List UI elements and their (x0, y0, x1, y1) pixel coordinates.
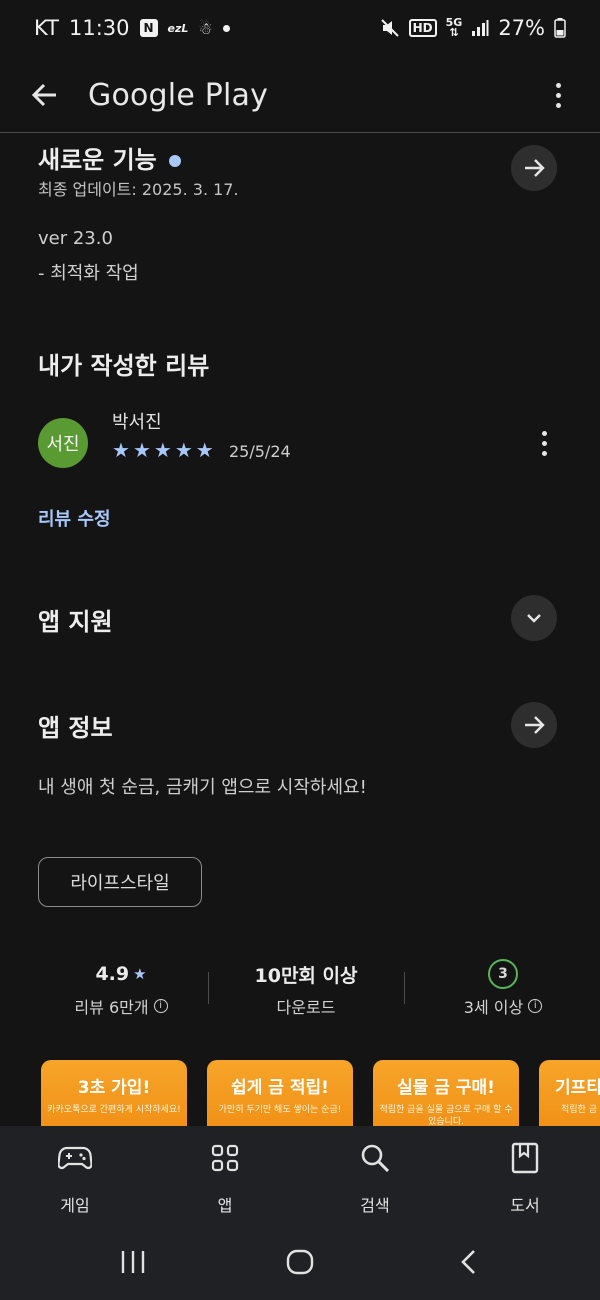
chevron-down-icon (527, 614, 541, 623)
whats-new-arrow-button[interactable] (511, 145, 557, 191)
nav-item-games[interactable]: 게임 (20, 1140, 130, 1216)
battery-icon (554, 18, 566, 38)
signal-icon (472, 20, 489, 36)
star-rating: ★ ★ ★ ★ ★ (112, 440, 214, 460)
star-icon: ★ (195, 438, 214, 462)
edit-review-link[interactable]: 리뷰 수정 (38, 505, 111, 531)
arrow-left-icon (31, 83, 56, 107)
home-button[interactable] (286, 1248, 314, 1280)
age-rating-stat: 3 3세 이상 i (418, 958, 588, 1018)
rating-value: 4.9 (95, 963, 130, 985)
chevron-left-icon (461, 1250, 475, 1274)
star-icon: ★ (132, 438, 151, 462)
system-back-button[interactable] (456, 1248, 482, 1280)
app-bar-divider (0, 132, 600, 133)
stat-separator (208, 972, 209, 1004)
back-button[interactable] (26, 76, 64, 114)
naver-icon: N (139, 19, 158, 37)
hd-icon: HD (408, 19, 437, 37)
info-icon[interactable]: i (153, 999, 168, 1013)
review-author: 박서진 (112, 412, 162, 433)
my-review-title: 내가 작성한 리뷰 (38, 352, 210, 380)
app-info-title: 앱 정보 (38, 714, 113, 742)
recent-apps-button[interactable] (119, 1248, 147, 1280)
star-icon: ★ (174, 438, 193, 462)
category-chip[interactable]: 라이프스타일 (38, 857, 202, 907)
bottom-navigation: 게임 앱 검색 도서 (0, 1126, 600, 1226)
carrier-label: KT (34, 16, 59, 40)
screenshot-carousel[interactable]: 3초 가입! 카카오톡으로 간편하게 시작하세요! 쉽게 금 적립! 가만히 두… (41, 1060, 600, 1126)
app-description: 내 생애 첫 순금, 금캐기 앱으로 시작하세요! (38, 777, 367, 798)
app-support-expand-button[interactable] (511, 595, 557, 641)
star-icon: ★ (133, 965, 147, 983)
clock: 11:30 (68, 16, 130, 40)
more-options-button[interactable] (546, 76, 570, 114)
nav-item-search[interactable]: 검색 (320, 1140, 430, 1216)
review-date: 25/5/24 (229, 442, 291, 461)
more-vertical-icon (555, 82, 561, 88)
book-icon (511, 1142, 539, 1174)
app-info-arrow-button[interactable] (511, 702, 557, 748)
5g-icon: 5G ⇅ (445, 16, 463, 39)
downloads-value: 10만회 이상 (254, 964, 358, 987)
snowman-icon: ☃ (198, 18, 213, 38)
apps-grid-icon (211, 1144, 239, 1172)
arrow-right-icon (525, 159, 545, 177)
search-icon (361, 1144, 390, 1173)
mute-icon (380, 19, 399, 37)
screenshot-card[interactable]: 3초 가입! 카카오톡으로 간편하게 시작하세요! (41, 1060, 187, 1126)
review-count: 리뷰 6만개 (74, 998, 149, 1017)
stat-separator (404, 972, 405, 1004)
app-support-title: 앱 지원 (38, 608, 113, 636)
battery-label: 27% (498, 16, 545, 40)
age-rating-badge: 3 (488, 959, 518, 989)
arrow-right-icon (525, 716, 545, 734)
recent-apps-icon (121, 1251, 145, 1273)
status-bar: KT 11:30 N ezL ☃ HD 5G ⇅ 27% (0, 0, 600, 56)
rating-stat: 4.9 ★ 리뷰 6만개 i (36, 958, 206, 1018)
downloads-label: 다운로드 (276, 998, 336, 1017)
screenshot-card[interactable]: 쉽게 금 적립! 가만히 두기만 해도 쌓이는 순금! (207, 1060, 353, 1126)
system-navigation-bar (0, 1226, 600, 1300)
more-vertical-icon (541, 430, 547, 436)
screenshot-card[interactable]: 기프티 적립한 금 기프티콘 (539, 1060, 600, 1126)
last-updated: 최종 업데이트: 2025. 3. 17. (38, 180, 239, 199)
version-text: ver 23.0 (38, 228, 113, 249)
dot-icon (222, 24, 230, 32)
nav-item-books[interactable]: 도서 (470, 1140, 580, 1216)
app-title: Google Play (88, 77, 269, 113)
gamepad-icon (58, 1146, 92, 1170)
star-icon: ★ (153, 438, 172, 462)
ezl-icon: ezL (167, 21, 189, 35)
review-more-button[interactable] (532, 424, 556, 462)
whats-new-title: 새로운 기능 (38, 140, 181, 175)
downloads-stat: 10만회 이상 다운로드 (221, 958, 391, 1018)
new-indicator-dot (168, 155, 181, 167)
app-bar: Google Play (0, 58, 600, 132)
nav-item-apps[interactable]: 앱 (170, 1140, 280, 1216)
star-icon: ★ (112, 438, 130, 462)
home-icon (286, 1249, 314, 1275)
release-notes: - 최적화 작업 (38, 263, 139, 284)
info-icon[interactable]: i (528, 999, 543, 1013)
screenshot-card[interactable]: 실물 금 구매! 적립한 금을 실물 금으로 구매 할 수 있습니다. (373, 1060, 519, 1126)
avatar: 서진 (38, 418, 88, 468)
age-rating-label: 3세 이상 (463, 998, 524, 1017)
